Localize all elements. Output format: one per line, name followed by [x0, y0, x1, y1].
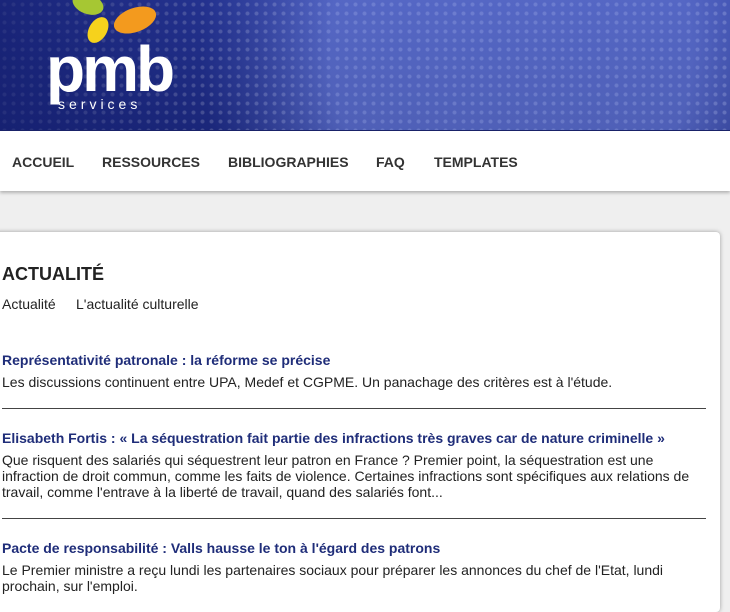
svg-text:services: services	[58, 96, 141, 112]
article-title[interactable]: Pacte de responsabilité : Valls hausse l…	[2, 540, 440, 556]
nav-item-ressources[interactable]: RESSOURCES	[102, 154, 200, 170]
article-description: Que risquent des salariés qui séquestren…	[2, 452, 690, 500]
header-banner: pmb services	[0, 0, 730, 131]
page-title: ACTUALITÉ	[2, 264, 104, 284]
tab-actualite-culturelle[interactable]: L'actualité culturelle	[76, 296, 199, 312]
nav-item-accueil[interactable]: ACCUEIL	[12, 154, 74, 170]
nav-item-templates[interactable]: TEMPLATES	[434, 154, 518, 170]
article-separator	[2, 408, 706, 409]
article-title[interactable]: Représentativité patronale : la réforme …	[2, 352, 330, 368]
nav-item-faq[interactable]: FAQ	[376, 154, 405, 170]
article-description: Les discussions continuent entre UPA, Me…	[2, 374, 613, 390]
article-description: Le Premier ministre a reçu lundi les par…	[2, 562, 664, 594]
nav-item-bibliographies[interactable]: BIBLIOGRAPHIES	[228, 154, 349, 170]
main-nav: ACCUEIL RESSOURCES BIBLIOGRAPHIES FAQ TE…	[0, 131, 730, 191]
tab-actualite[interactable]: Actualité	[2, 296, 56, 312]
svg-text:pmb: pmb	[46, 33, 173, 105]
pmb-logo[interactable]: pmb services	[44, 0, 184, 112]
article-title[interactable]: Elisabeth Fortis : « La séquestration fa…	[2, 430, 665, 446]
article-separator	[2, 518, 706, 519]
